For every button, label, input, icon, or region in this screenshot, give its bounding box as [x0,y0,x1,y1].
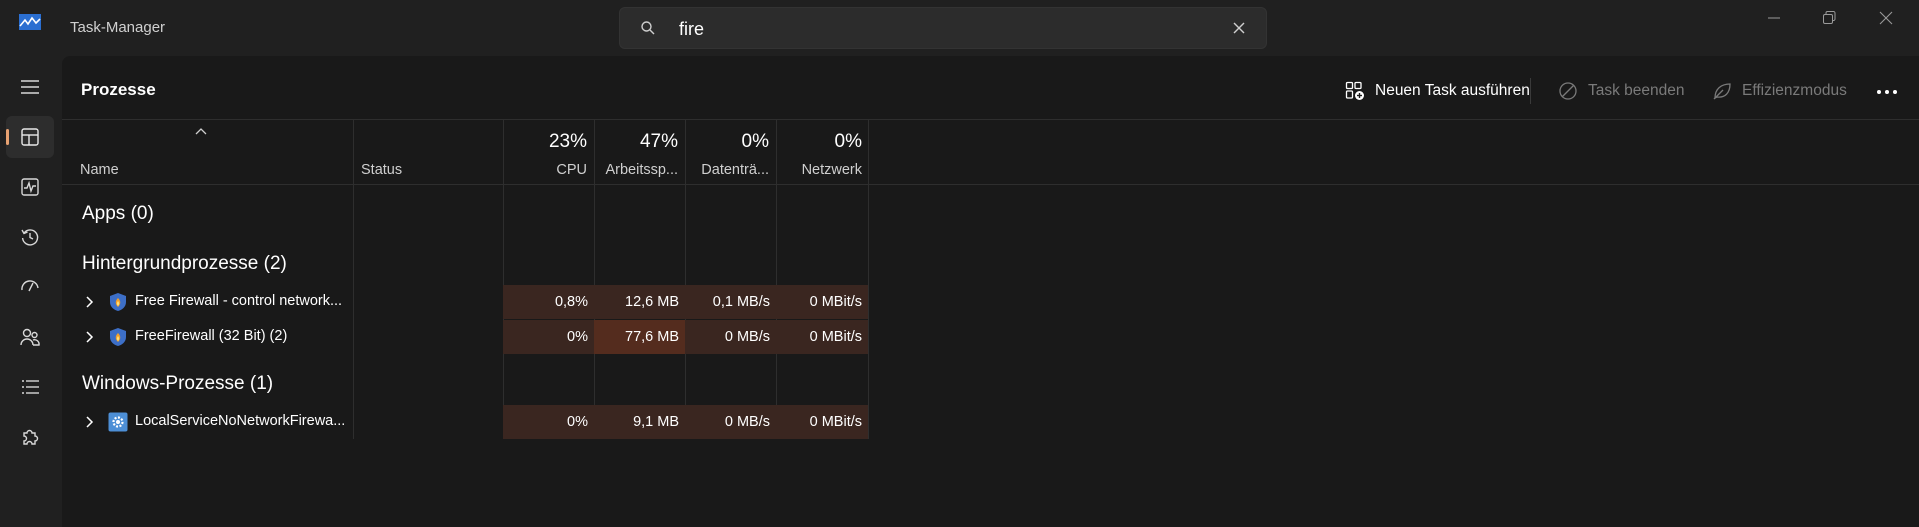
restore-icon [1823,11,1836,24]
disk-total: 0% [741,131,769,152]
search-icon [641,21,655,35]
more-dots-icon [1877,90,1897,94]
header-separator [62,184,1919,185]
table-row[interactable]: FreeFirewall (32 Bit) (2) 0% 77,6 MB 0 M… [62,320,869,354]
close-icon [1879,11,1893,25]
window-title: Task-Manager [70,19,166,36]
cpu-cell: 0% [503,320,594,354]
chevron-right-icon[interactable] [83,331,95,343]
title-bar: Task-Manager [0,0,1919,56]
page-title: Prozesse [81,80,156,99]
active-indicator [6,129,9,145]
startup-gauge-icon [21,280,39,292]
users-icon [20,328,40,346]
disk-cell: 0 MB/s [685,320,776,354]
cpu-cell: 0,8% [503,285,594,319]
run-new-task-label: Neuen Task ausführen [1375,82,1530,99]
restore-button[interactable] [1801,0,1857,40]
process-name: FreeFirewall (32 Bit) (2) [135,328,288,344]
nav-users[interactable] [6,316,54,358]
history-icon [21,229,39,246]
run-task-icon [1345,81,1364,100]
nav-app-history[interactable] [6,216,54,258]
search-box[interactable] [619,7,1267,49]
column-header-disk[interactable]: Datenträ... [685,162,769,178]
memory-total: 47% [639,131,678,152]
task-manager-icon [19,14,41,30]
memory-cell: 12,6 MB [594,285,685,319]
nav-startup-apps[interactable] [6,266,54,308]
chevron-right-icon[interactable] [83,416,95,428]
group-apps: Apps (0) [82,203,154,224]
cpu-total: 23% [548,131,587,152]
column-header-network[interactable]: Netzwerk [776,162,862,178]
disk-cell: 0 MB/s [685,405,776,439]
sidebar [0,56,62,527]
process-name: Free Firewall - control network... [135,293,343,309]
network-cell: 0 MBit/s [776,405,868,439]
hamburger-menu-button[interactable] [6,66,54,108]
more-options-button[interactable] [1872,78,1902,106]
network-cell: 0 MBit/s [776,320,868,354]
end-task-icon [1559,82,1577,100]
minimize-icon [1768,17,1780,19]
column-header-name[interactable]: Name [80,162,119,178]
run-new-task-button[interactable]: Neuen Task ausführen [1345,74,1530,108]
efficiency-mode-button[interactable]: Effizienzmodus [1712,74,1847,108]
services-puzzle-icon [23,429,39,445]
group-background-processes: Hintergrundprozesse (2) [82,253,287,274]
chevron-right-icon[interactable] [83,296,95,308]
close-button[interactable] [1858,0,1914,40]
minimize-button[interactable] [1746,0,1802,40]
sort-ascending-icon [195,128,207,135]
network-total: 0% [834,131,862,152]
table-row[interactable]: Free Firewall - control network... 0,8% … [62,285,869,319]
table-row[interactable]: LocalServiceNoNetworkFirewa... 0% 9,1 MB… [62,405,869,439]
processes-icon [21,128,39,146]
hamburger-icon [21,80,39,94]
end-task-label: Task beenden [1588,82,1685,99]
column-header-cpu[interactable]: CPU [503,162,587,178]
toolbar-separator [62,119,1919,120]
main-panel: Prozesse Neuen Task ausführen Task beend… [62,56,1919,527]
nav-performance[interactable] [6,166,54,208]
details-list-icon [22,380,39,394]
clear-search-icon[interactable] [1231,20,1247,36]
cpu-cell: 0% [503,405,594,439]
performance-icon [21,178,39,196]
memory-cell: 77,6 MB [594,320,685,354]
nav-processes[interactable] [6,116,54,158]
efficiency-mode-label: Effizienzmodus [1742,82,1847,99]
column-separator [868,120,869,439]
firewall-shield-icon [110,293,126,311]
firewall-shield-icon [110,328,126,346]
search-input[interactable] [677,14,1201,44]
end-task-button[interactable]: Task beenden [1558,74,1685,108]
group-windows-processes: Windows-Prozesse (1) [82,373,274,394]
efficiency-leaf-icon [1713,83,1731,100]
memory-cell: 9,1 MB [594,405,685,439]
column-header-status[interactable]: Status [361,162,402,178]
process-name: LocalServiceNoNetworkFirewa... [135,413,346,429]
column-header-memory[interactable]: Arbeitssp... [594,162,678,178]
column-separator [353,120,354,439]
nav-details[interactable] [6,366,54,408]
nav-services[interactable] [6,416,54,458]
network-cell: 0 MBit/s [776,285,868,319]
toolbar-divider [1530,78,1531,104]
service-gear-icon [108,412,128,432]
disk-cell: 0,1 MB/s [685,285,776,319]
